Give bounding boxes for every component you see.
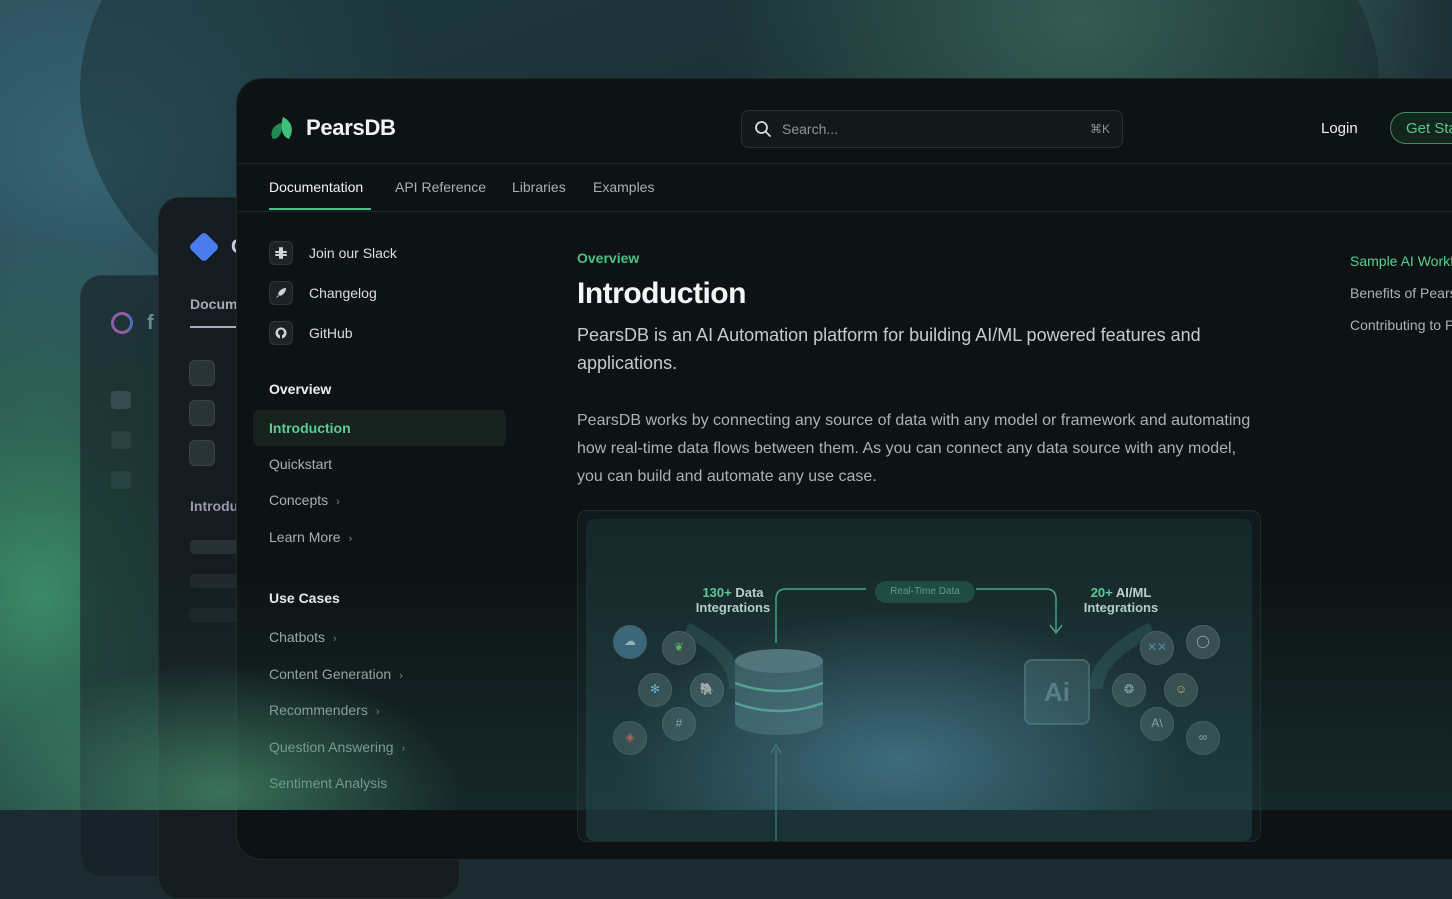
lead-text: PearsDB is an AI Automation platform for… (577, 325, 1201, 373)
salesforce-icon: ☁ (613, 625, 647, 659)
layers-icon: ◈ (613, 721, 647, 755)
real-time-data-pill: Real-Time Data (875, 581, 975, 603)
github-icon (111, 471, 131, 489)
page-title: Introduction (577, 277, 746, 310)
chevron-right-icon: › (333, 633, 337, 645)
docs-window: PearsDB Search... ⌘K Login Get Started D… (236, 78, 1452, 860)
slack-integration-icon: # (662, 707, 696, 741)
sidebar-link-label: GitHub (309, 325, 353, 341)
diamond-logo-icon (188, 231, 220, 263)
huggingface-icon: ☺ (1164, 673, 1198, 707)
sidebar-heading-use-cases: Use Cases (269, 590, 340, 606)
meta-icon: ∞ (1186, 721, 1220, 755)
discord-icon (111, 431, 131, 449)
sidebar-item-concepts[interactable]: Concepts › (269, 492, 340, 508)
tab-libraries[interactable]: Libraries (512, 179, 566, 195)
database-icon (735, 649, 823, 735)
mongodb-icon: ❦ (662, 631, 696, 665)
search-input[interactable]: Search... ⌘K (741, 110, 1123, 148)
tab-documentation[interactable]: Documentation (269, 179, 363, 195)
toc-item-sample-ai-workflows[interactable]: Sample AI Workflows (1350, 253, 1452, 269)
github-icon (269, 321, 293, 345)
sidebar-item-content-generation[interactable]: Content Generation › (269, 666, 403, 682)
sidebar-heading-overview: Overview (269, 381, 332, 397)
sidebar-item-chatbots[interactable]: Chatbots › (269, 629, 337, 645)
top-bar: PearsDB Search... ⌘K Login Get Started (237, 79, 1452, 164)
toc-item-contributing[interactable]: Contributing to PearsDB (1350, 317, 1452, 333)
pearsdb-logo-icon[interactable] (269, 115, 297, 141)
check-icon (189, 400, 215, 426)
sidebar-item-question-answering[interactable]: Question Answering › (269, 739, 405, 755)
tab-examples[interactable]: Examples (593, 179, 654, 195)
intro-paragraph: PearsDB works by connecting any source o… (577, 412, 1251, 485)
sidebar-item-recommenders[interactable]: Recommenders › (269, 702, 380, 718)
xx-icon: ✕✕ (1140, 631, 1174, 665)
chevron-right-icon: › (336, 496, 340, 508)
postgres-icon: 🐘 (690, 673, 724, 707)
search-placeholder: Search... (782, 121, 839, 137)
chevron-right-icon: › (348, 533, 353, 545)
openai-ring-icon: ◯ (1186, 625, 1220, 659)
integrations-illustration: 130+ Data Integrations 20+ AI/ML Integrati… (577, 510, 1261, 842)
chevron-right-icon: › (375, 706, 380, 718)
sidebar-icon (111, 391, 131, 409)
snowflake-icon: ✻ (638, 673, 672, 707)
anthropic-icon: A\ (1140, 707, 1174, 741)
get-started-button[interactable]: Get Started (1390, 112, 1452, 144)
slack-icon (269, 241, 293, 265)
rocket-icon (269, 281, 293, 305)
app-name-fragment: f (147, 312, 154, 334)
toc-item-benefits[interactable]: Benefits of PearsDB (1350, 285, 1452, 301)
flow-lines (682, 588, 1156, 841)
app-logo-icon (111, 312, 133, 334)
megaphone-icon (189, 360, 215, 386)
breadcrumb[interactable]: Overview (577, 250, 639, 266)
sidebar-item-quickstart[interactable]: Quickstart (269, 456, 332, 472)
search-icon (755, 121, 771, 137)
chevron-right-icon: › (401, 743, 406, 755)
megaphone-icon (189, 440, 215, 466)
tab-api-reference[interactable]: API Reference (395, 179, 486, 195)
sidebar-link-label: Changelog (309, 285, 377, 301)
openai-icon: ❂ (1112, 673, 1146, 707)
illustration-canvas: 130+ Data Integrations 20+ AI/ML Integrati… (586, 519, 1252, 841)
sidebar-item-learn-more[interactable]: Learn More › (269, 529, 352, 545)
sidebar-link-label: Join our Slack (309, 245, 397, 261)
search-shortcut: ⌘K (1089, 122, 1110, 136)
chevron-right-icon: › (399, 670, 403, 682)
top-tabs: Documentation API Reference Libraries Ex… (237, 163, 1452, 212)
sidebar-item-introduction[interactable]: Introduction (269, 420, 351, 436)
login-link[interactable]: Login (1321, 120, 1358, 137)
active-tab-underline (269, 208, 371, 210)
ai-chip-icon: Ai (1024, 659, 1090, 725)
brand-name[interactable]: PearsDB (306, 115, 396, 141)
sidebar-item-sentiment-analysis[interactable]: Sentiment Analysis (269, 775, 387, 791)
